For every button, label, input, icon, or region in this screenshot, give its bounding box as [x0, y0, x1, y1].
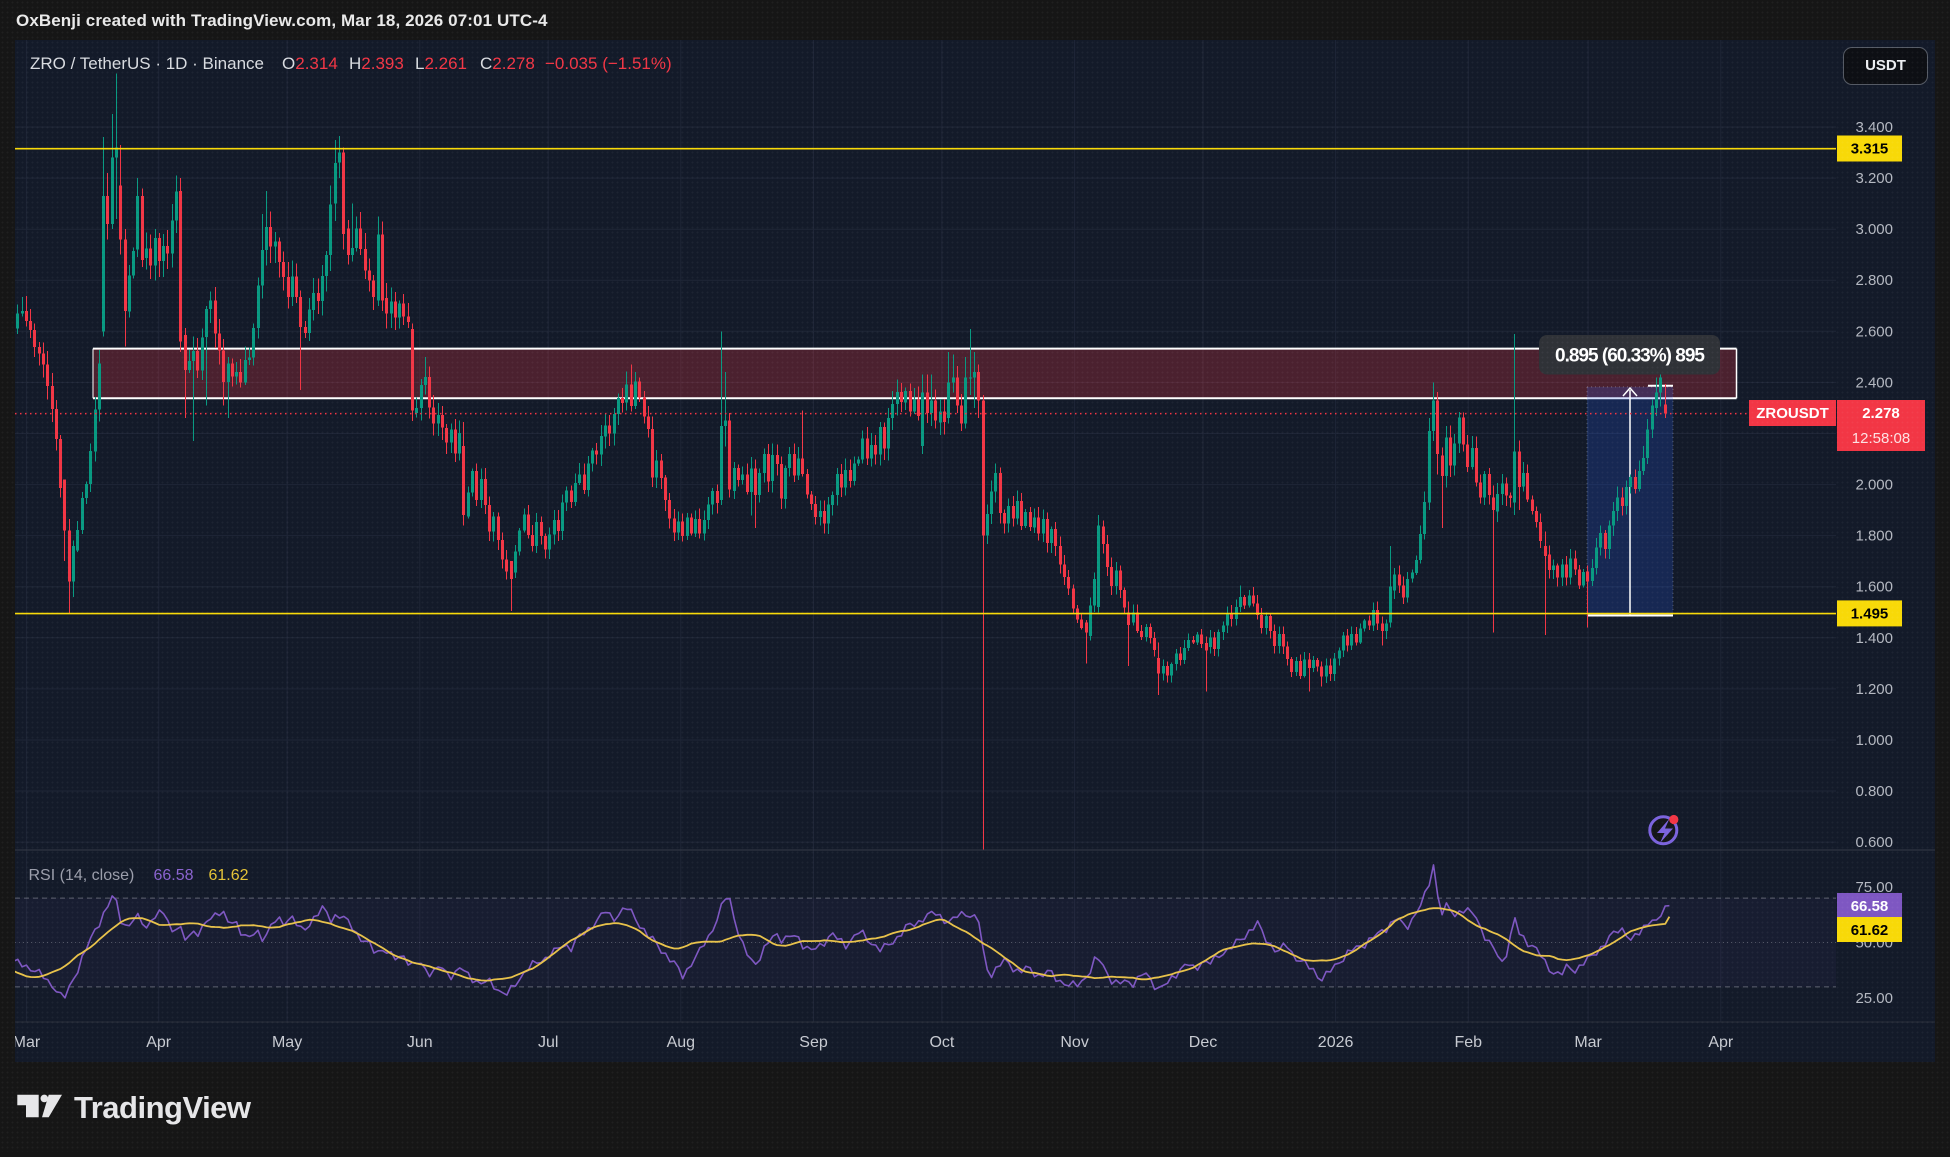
svg-text:0.895 (60.33%) 895: 0.895 (60.33%) 895	[1555, 346, 1705, 367]
svg-text:3.315: 3.315	[1851, 141, 1889, 158]
svg-text:2026: 2026	[1318, 1034, 1354, 1051]
svg-text:Mar: Mar	[1574, 1034, 1602, 1051]
svg-text:TradingView: TradingView	[74, 1090, 252, 1125]
svg-text:2.400: 2.400	[1855, 374, 1893, 391]
svg-text:61.62: 61.62	[1851, 922, 1889, 939]
svg-text:Nov: Nov	[1060, 1034, 1088, 1051]
svg-text:1.400: 1.400	[1855, 630, 1893, 647]
svg-text:1.800: 1.800	[1855, 528, 1893, 545]
svg-text:66.58: 66.58	[1851, 898, 1889, 915]
svg-text:1.000: 1.000	[1855, 732, 1893, 749]
svg-text:Apr: Apr	[1708, 1034, 1734, 1051]
svg-text:3.400: 3.400	[1855, 119, 1893, 136]
svg-text:12:58:08: 12:58:08	[1852, 430, 1910, 447]
svg-text:Sep: Sep	[799, 1034, 828, 1051]
svg-text:Jun: Jun	[407, 1034, 433, 1051]
svg-text:25.00: 25.00	[1855, 990, 1893, 1007]
svg-text:Dec: Dec	[1189, 1034, 1217, 1051]
svg-text:1.600: 1.600	[1855, 579, 1893, 596]
svg-text:Aug: Aug	[667, 1034, 695, 1051]
svg-text:0.800: 0.800	[1855, 783, 1893, 800]
svg-text:May: May	[272, 1034, 302, 1051]
svg-text:RSI (14, close)66.5861.62: RSI (14, close)66.5861.62	[29, 867, 249, 884]
svg-text:ZRO / TetherUS · 1D · BinanceO: ZRO / TetherUS · 1D · BinanceO2.314H2.39…	[30, 54, 672, 73]
svg-text:Jul: Jul	[538, 1034, 558, 1051]
svg-text:0.600: 0.600	[1855, 834, 1893, 851]
svg-text:2.800: 2.800	[1855, 272, 1893, 289]
svg-text:2.600: 2.600	[1855, 323, 1893, 340]
svg-text:Oct: Oct	[929, 1034, 954, 1051]
svg-text:2.000: 2.000	[1855, 477, 1893, 494]
svg-text:1.200: 1.200	[1855, 681, 1893, 698]
svg-text:3.200: 3.200	[1855, 170, 1893, 187]
svg-text:2.278: 2.278	[1862, 405, 1900, 422]
svg-text:Apr: Apr	[146, 1034, 172, 1051]
svg-text:ZROUSDT: ZROUSDT	[1756, 405, 1829, 422]
svg-text:1.495: 1.495	[1851, 605, 1889, 622]
svg-text:Mar: Mar	[15, 1034, 41, 1051]
svg-text:3.000: 3.000	[1855, 221, 1893, 238]
svg-text:Feb: Feb	[1455, 1034, 1483, 1051]
